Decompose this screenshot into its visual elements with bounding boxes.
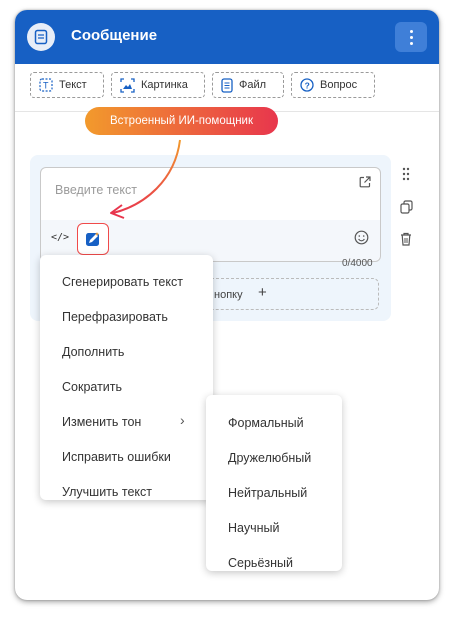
header: Сообщение	[15, 10, 439, 64]
ai-assistant-icon	[86, 232, 99, 246]
emoji-icon[interactable]	[354, 230, 369, 245]
add-button-label: нопку	[214, 289, 243, 301]
menu-item-generate[interactable]: Сгенерировать текст	[62, 275, 183, 289]
tone-scientific[interactable]: Научный	[228, 521, 279, 535]
type-question-button[interactable]: ? Вопрос	[291, 72, 375, 98]
type-text-label: Текст	[59, 79, 87, 91]
drag-handle-icon[interactable]	[400, 167, 412, 181]
trash-icon[interactable]	[400, 232, 412, 246]
ai-actions-menu: Сгенерировать текст Перефразировать Допо…	[40, 255, 213, 500]
svg-text:?: ?	[305, 80, 310, 90]
tone-serious[interactable]: Серьёзный	[228, 556, 293, 570]
page-title: Сообщение	[71, 27, 158, 44]
type-image-label: Картинка	[141, 79, 188, 91]
char-counter: 0/4000	[342, 258, 373, 269]
code-icon[interactable]: </>	[51, 232, 69, 243]
menu-item-improve[interactable]: Улучшить текст	[62, 485, 152, 499]
tone-formal[interactable]: Формальный	[228, 416, 304, 430]
type-file-label: Файл	[239, 79, 267, 91]
editor-placeholder: Введите текст	[55, 183, 137, 197]
plus-icon: +	[258, 284, 267, 301]
menu-item-change-tone[interactable]: Изменить тон	[62, 415, 141, 429]
expand-icon[interactable]	[359, 176, 371, 188]
image-icon	[120, 77, 135, 93]
message-icon	[27, 23, 55, 51]
text-editor[interactable]: Введите текст </>	[40, 167, 381, 262]
type-image-button[interactable]: Картинка	[111, 72, 205, 98]
type-text-button[interactable]: T Текст	[30, 72, 104, 98]
message-card: Сообщение T Текст Картинка Файл ? Вопрос…	[15, 10, 439, 600]
tone-friendly[interactable]: Дружелюбный	[228, 451, 311, 465]
svg-text:T: T	[43, 81, 49, 91]
kebab-menu-icon[interactable]	[395, 22, 427, 52]
chevron-right-icon: ›	[180, 412, 185, 428]
tone-submenu: Формальный Дружелюбный Нейтральный Научн…	[206, 395, 342, 571]
menu-item-shorten[interactable]: Сократить	[62, 380, 122, 394]
question-icon: ?	[300, 78, 314, 92]
text-icon: T	[39, 78, 53, 92]
menu-item-rephrase[interactable]: Перефразировать	[62, 310, 168, 324]
ai-assistant-badge: Встроенный ИИ-помощник	[85, 107, 278, 135]
menu-item-fix-errors[interactable]: Исправить ошибки	[62, 450, 171, 464]
type-question-label: Вопрос	[320, 79, 358, 91]
type-file-button[interactable]: Файл	[212, 72, 284, 98]
ai-assistant-button[interactable]	[77, 223, 109, 255]
content-type-bar: T Текст Картинка Файл ? Вопрос	[15, 65, 439, 112]
file-icon	[221, 77, 233, 93]
tone-neutral[interactable]: Нейтральный	[228, 486, 307, 500]
copy-icon[interactable]	[400, 200, 413, 214]
menu-item-expand[interactable]: Дополнить	[62, 345, 124, 359]
